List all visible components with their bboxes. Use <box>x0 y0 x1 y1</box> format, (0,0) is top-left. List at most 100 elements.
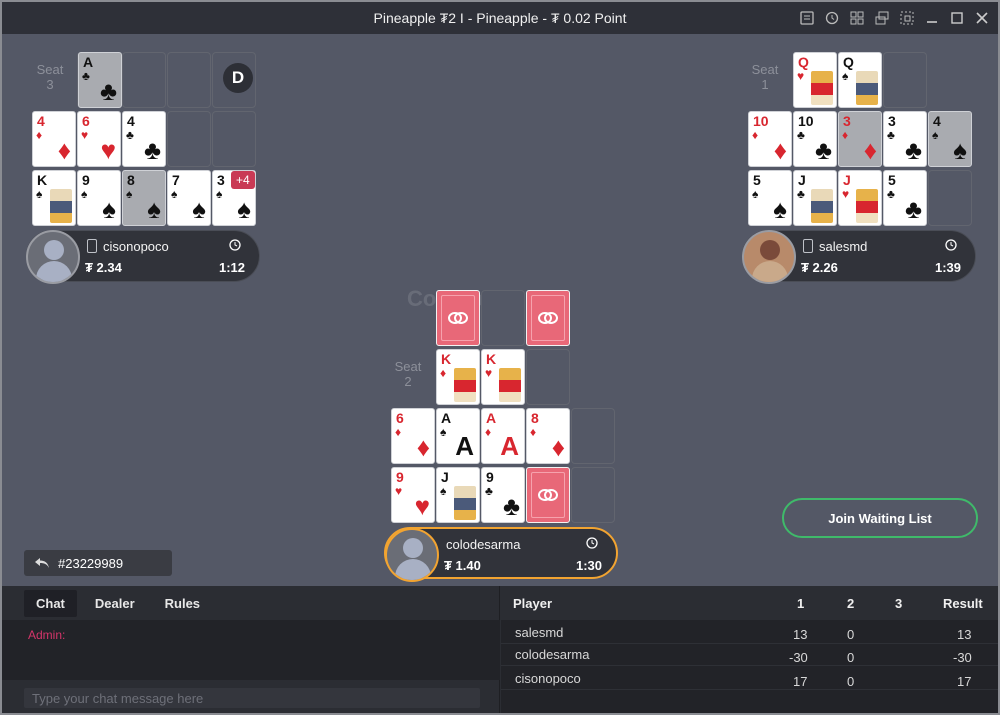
seat-3-label: Seat 3 <box>32 62 68 92</box>
player-box-seat-2[interactable]: colodesarma ₮ 1.40 1:30 <box>384 527 618 582</box>
card-rank: 4 <box>37 113 45 129</box>
row-result: 17 <box>957 674 972 689</box>
empty-card-slot <box>571 408 615 464</box>
card-big-rank: A <box>455 431 474 461</box>
card-rank: 5 <box>888 172 896 188</box>
title-bar-icons <box>799 10 990 26</box>
card-rank: 3 <box>217 172 225 188</box>
face-card-art <box>856 71 878 105</box>
card-suit-large: ♠ <box>953 135 967 165</box>
card-suit-large: ♠ <box>192 194 206 224</box>
playing-card: A ♠ A <box>436 408 480 464</box>
card-suit-small: ♦ <box>36 128 43 142</box>
card-suit-small: ♣ <box>887 187 895 201</box>
playing-card: J ♥ <box>838 170 882 226</box>
card-rank: J <box>843 172 851 188</box>
tab-dealer[interactable]: Dealer <box>83 590 147 617</box>
seat-2-label: Seat 2 <box>390 359 426 389</box>
playing-card: 10 ♣ ♣ <box>793 111 837 167</box>
face-card-art <box>811 189 833 223</box>
minimize-icon[interactable] <box>924 10 940 26</box>
clock-icon <box>586 537 598 549</box>
join-waiting-list-button[interactable]: Join Waiting List <box>782 498 978 538</box>
chat-input[interactable] <box>24 688 480 708</box>
avatar <box>26 230 80 284</box>
playing-card: 6 ♦ ♦ <box>391 408 435 464</box>
playing-card: K ♠ <box>32 170 76 226</box>
card-suit-small: ♦ <box>530 425 537 439</box>
card-suit-small: ♠ <box>752 187 759 201</box>
list-icon[interactable] <box>799 10 815 26</box>
tables-icon[interactable] <box>874 10 890 26</box>
empty-card-slot <box>122 52 166 108</box>
playing-card: 7 ♠ ♠ <box>167 170 211 226</box>
col-round-3: 3 <box>895 596 903 611</box>
card-suit-large: ♥ <box>414 491 430 521</box>
card-rank: 9 <box>82 172 90 188</box>
player-stack: ₮ 2.34 <box>85 260 122 275</box>
plus-cards-badge: +4 <box>231 171 255 189</box>
card-rank: 10 <box>753 113 769 129</box>
card-suit-small: ♥ <box>797 69 805 83</box>
face-card-art <box>454 368 476 402</box>
card-suit-small: ♣ <box>887 128 895 142</box>
tab-rules[interactable]: Rules <box>153 590 212 617</box>
col-round-2: 2 <box>847 596 855 611</box>
playing-card: 4 ♣ ♣ <box>122 111 166 167</box>
maximize-icon[interactable] <box>949 10 965 26</box>
empty-card-slot <box>212 111 256 167</box>
playing-card: 9 ♣ ♣ <box>481 467 525 523</box>
table-row: cisonopoco 17 0 17 <box>501 668 998 690</box>
card-suit-large: ♦ <box>863 135 877 165</box>
player-name: salesmd <box>819 239 868 254</box>
popout-icon[interactable] <box>899 10 915 26</box>
card-suit-large: ♠ <box>237 194 251 224</box>
card-rank: 9 <box>396 469 404 485</box>
card-rank: 8 <box>531 410 539 426</box>
title-bar: Pineapple ₮2 I - Pineapple - ₮ 0.02 Poin… <box>2 2 998 34</box>
playing-card: 4 ♦ ♦ <box>32 111 76 167</box>
card-back <box>526 467 570 523</box>
card-suit-large: ♠ <box>773 194 787 224</box>
card-suit-small: ♠ <box>36 187 43 201</box>
player-name: colodesarma <box>446 537 521 552</box>
chat-log: Admin: <box>2 620 500 680</box>
table-row: salesmd 13 0 13 <box>501 622 998 644</box>
card-rank: 3 <box>888 113 896 129</box>
tab-chat[interactable]: Chat <box>24 590 77 617</box>
player-time: 1:39 <box>934 260 961 275</box>
card-rank: Q <box>798 54 809 70</box>
player-box-seat-3[interactable]: cisonopoco ₮ 2.34 1:12 <box>26 230 260 284</box>
row-r1: 17 <box>793 674 808 689</box>
card-suit-small: ♠ <box>842 69 849 83</box>
player-box-seat-1[interactable]: salesmd ₮ 2.26 1:39 <box>742 230 976 284</box>
replay-arrow-icon <box>35 558 49 568</box>
card-suit-small: ♠ <box>216 187 223 201</box>
playing-card: Q ♥ <box>793 52 837 108</box>
card-suit-large: ♣ <box>502 491 520 521</box>
playing-card: 9 ♠ ♠ <box>77 170 121 226</box>
face-card-art <box>499 368 521 402</box>
grid-icon[interactable] <box>849 10 865 26</box>
face-card-art <box>856 189 878 223</box>
card-rank: 6 <box>396 410 404 426</box>
close-icon[interactable] <box>974 10 990 26</box>
hand-history-button[interactable]: #23229989 <box>24 550 172 576</box>
card-suit-large: ♦ <box>57 135 71 165</box>
playing-card: 8 ♦ ♦ <box>526 408 570 464</box>
card-suit-small: ♣ <box>797 187 805 201</box>
card-back <box>526 290 570 346</box>
poker-window: Pineapple ₮2 I - Pineapple - ₮ 0.02 Poin… <box>0 0 1000 715</box>
card-rank: 7 <box>172 172 180 188</box>
playing-card: A ♣ ♣ <box>78 52 122 108</box>
score-table: salesmd 13 0 13 colodesarma -30 0 -30 ci… <box>501 620 998 713</box>
poker-table: CoinPoker Seat 3 cisonopoco ₮ 2.34 1:12 … <box>2 34 998 586</box>
row-result: -30 <box>953 650 972 665</box>
row-r1: -30 <box>789 650 808 665</box>
card-back <box>436 290 480 346</box>
history-icon[interactable] <box>824 10 840 26</box>
hand-id: #23229989 <box>58 555 124 571</box>
dealer-button: D <box>223 63 253 93</box>
card-suit-small: ♦ <box>485 425 492 439</box>
clock-icon <box>229 239 241 251</box>
